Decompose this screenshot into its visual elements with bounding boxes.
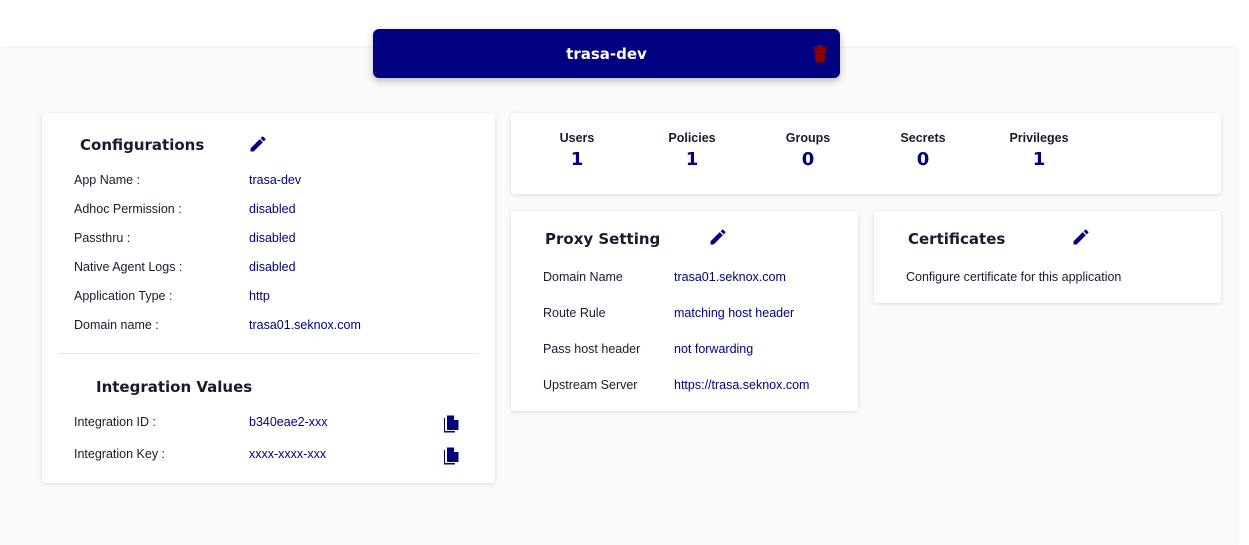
edit-configurations-button[interactable]: [248, 134, 268, 154]
config-value-native-agent-logs: disabled: [249, 260, 296, 274]
proxy-setting-card: Proxy Setting Domain Name trasa01.seknox…: [511, 211, 858, 411]
stat-label: Users: [559, 131, 595, 145]
stat-groups[interactable]: Groups 0: [768, 131, 848, 170]
integration-value-key: xxxx-xxxx-xxx: [249, 447, 327, 461]
app-title: trasa-dev: [566, 44, 647, 63]
configurations-title: Configurations: [80, 136, 205, 154]
stat-privileges[interactable]: Privileges 1: [999, 131, 1079, 170]
config-value-domain-name: trasa01.seknox.com: [249, 318, 361, 332]
stat-label: Privileges: [1009, 131, 1069, 145]
proxy-label-pass-host-header: Pass host header: [543, 342, 641, 356]
stat-value: 1: [685, 149, 699, 170]
proxy-value-upstream-server: https://trasa.seknox.com: [674, 378, 810, 392]
stat-policies[interactable]: Policies 1: [652, 131, 732, 170]
integration-values-title: Integration Values: [96, 378, 253, 396]
stat-label: Groups: [785, 131, 831, 145]
copy-icon: [444, 415, 459, 433]
config-label-application-type: Application Type :: [74, 289, 173, 303]
config-value-adhoc-permission: disabled: [249, 202, 296, 216]
config-label-domain-name: Domain name :: [74, 318, 159, 332]
stat-label: Secrets: [900, 131, 946, 145]
integration-label-id: Integration ID :: [74, 415, 156, 429]
certificates-title: Certificates: [908, 230, 1006, 248]
stat-value: 1: [570, 149, 584, 170]
stat-users[interactable]: Users 1: [537, 131, 617, 170]
integration-value-id: b340eae2-xxx: [249, 415, 328, 429]
config-label-adhoc-permission: Adhoc Permission :: [74, 202, 182, 216]
trash-icon: [813, 45, 827, 63]
pencil-icon: [1073, 229, 1089, 245]
copy-icon: [444, 447, 459, 465]
copy-integration-id-button[interactable]: [444, 415, 460, 433]
proxy-label-route-rule: Route Rule: [543, 306, 606, 320]
config-value-passthru: disabled: [249, 231, 296, 245]
integration-label-key: Integration Key :: [74, 447, 166, 461]
config-label-app-name: App Name :: [74, 173, 141, 187]
pencil-icon: [250, 136, 266, 152]
proxy-label-upstream-server: Upstream Server: [543, 378, 638, 392]
stat-value: 1: [1032, 149, 1046, 170]
certificates-card: Certificates Configure certificate for t…: [874, 211, 1221, 303]
certificates-description: Configure certificate for this applicati…: [906, 270, 1122, 284]
proxy-label-domain-name: Domain Name: [543, 270, 623, 284]
config-value-app-name: trasa-dev: [249, 173, 302, 187]
stat-value: 0: [916, 149, 930, 170]
app-title-bar: trasa-dev: [373, 29, 840, 78]
stat-secrets[interactable]: Secrets 0: [883, 131, 963, 170]
stats-card: Users 1 Policies 1 Groups 0 Secrets 0 Pr…: [511, 113, 1221, 194]
delete-app-button[interactable]: [812, 44, 828, 64]
configurations-card: Configurations App Name : trasa-dev Adho…: [42, 113, 495, 483]
proxy-value-route-rule: matching host header: [674, 306, 795, 320]
proxy-value-pass-host-header: not forwarding: [674, 342, 754, 356]
config-value-application-type: http: [249, 289, 270, 303]
stat-label: Policies: [668, 131, 716, 145]
proxy-setting-title: Proxy Setting: [545, 230, 661, 248]
edit-proxy-setting-button[interactable]: [708, 227, 728, 247]
proxy-value-domain-name: trasa01.seknox.com: [674, 270, 786, 284]
stat-value: 0: [801, 149, 815, 170]
edit-certificates-button[interactable]: [1071, 227, 1091, 247]
pencil-icon: [710, 229, 726, 245]
config-label-native-agent-logs: Native Agent Logs :: [74, 260, 183, 274]
config-label-passthru: Passthru :: [74, 231, 131, 245]
config-divider: [58, 353, 479, 354]
copy-integration-key-button[interactable]: [444, 447, 460, 465]
